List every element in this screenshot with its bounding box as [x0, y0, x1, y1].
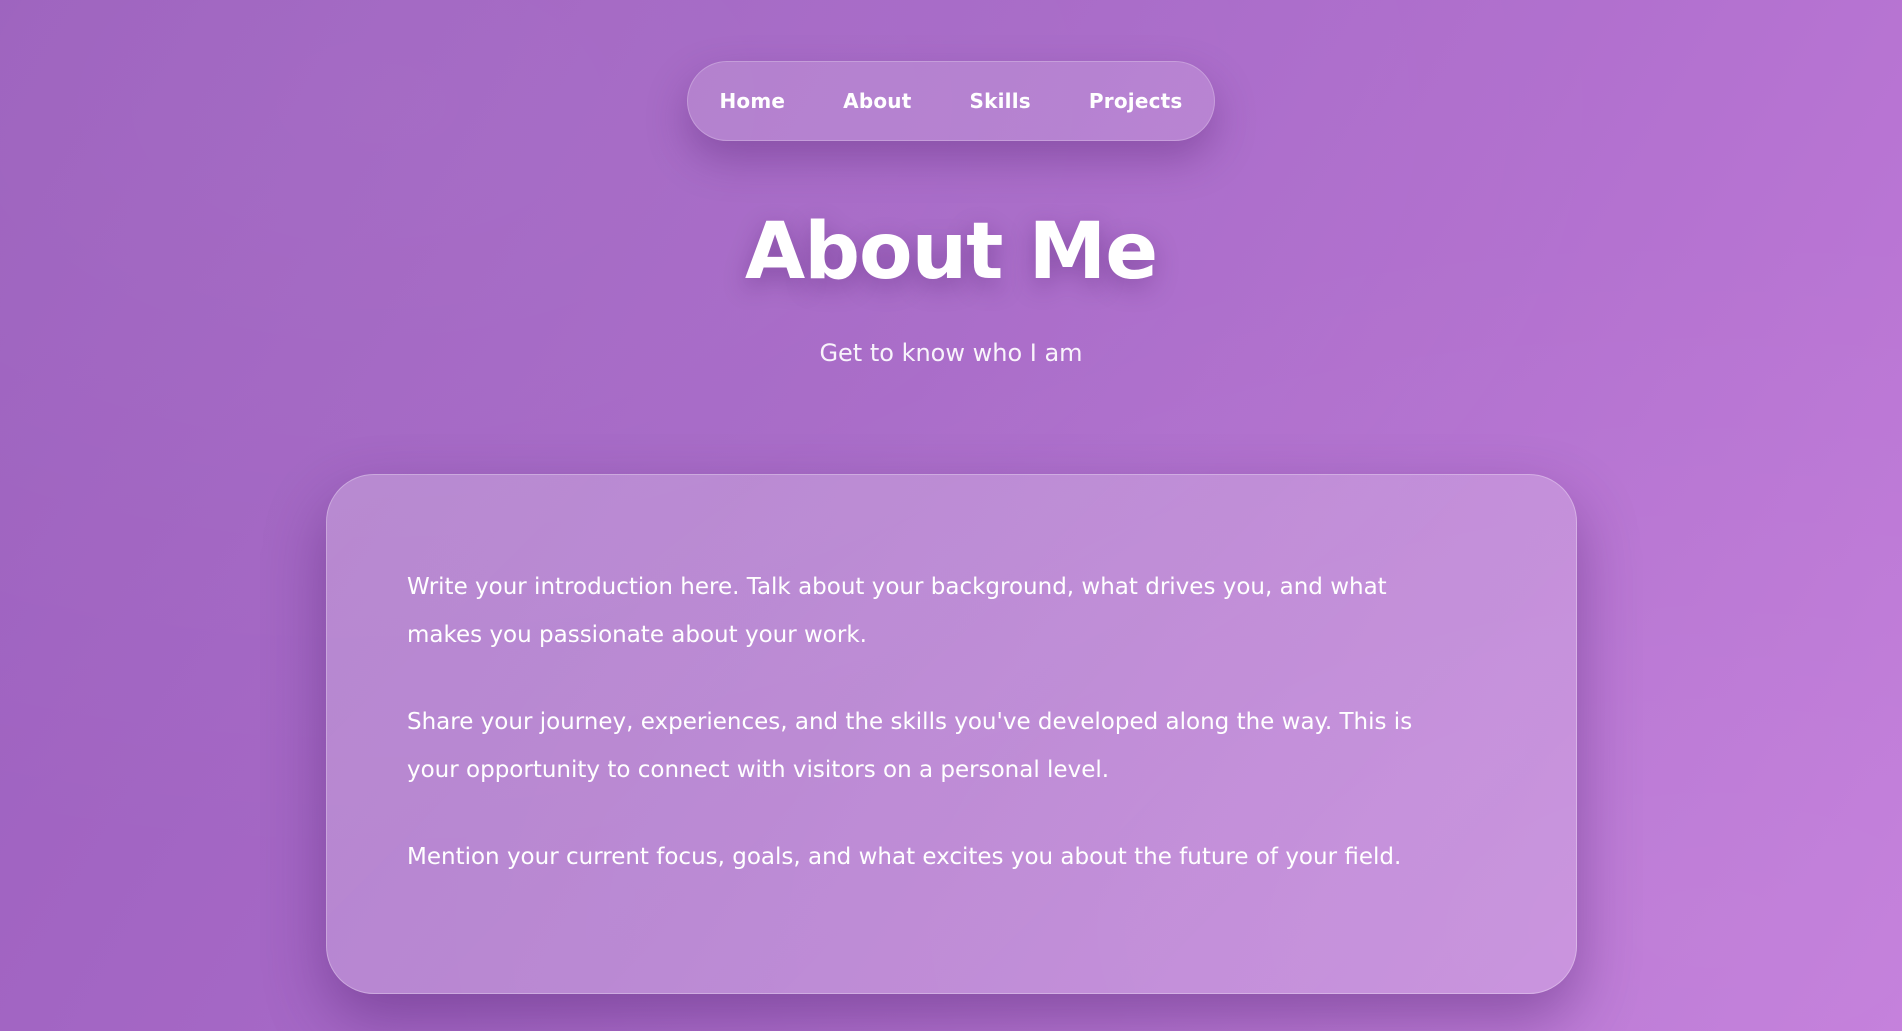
about-paragraph-intro: Write your introduction here. Talk about… — [407, 574, 1387, 648]
top-navigation: Home About Skills Projects — [687, 61, 1215, 141]
nav-link-skills[interactable]: Skills — [970, 89, 1031, 113]
nav-link-projects[interactable]: Projects — [1089, 89, 1183, 113]
nav-link-about[interactable]: About — [843, 89, 911, 113]
page-title: About Me — [744, 207, 1158, 297]
about-card: Write your introduction here. Talk about… — [326, 474, 1577, 994]
page-subtitle: Get to know who I am — [819, 339, 1083, 367]
about-paragraph-goals: Mention your current focus, goals, and w… — [407, 844, 1402, 870]
nav-link-home[interactable]: Home — [719, 89, 785, 113]
about-paragraph-journey: Share your journey, experiences, and the… — [407, 709, 1413, 783]
